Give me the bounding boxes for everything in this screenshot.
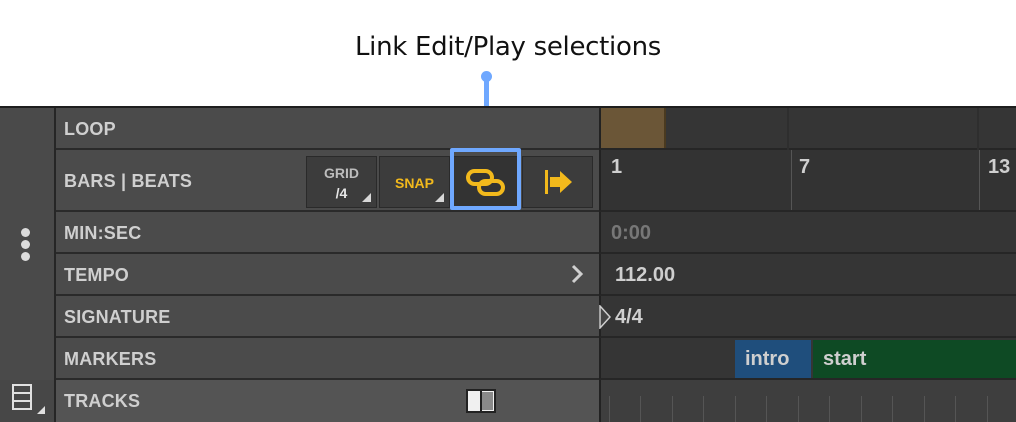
dropdown-corner-icon — [362, 193, 371, 202]
bars-beats-label: BARS | BEATS — [64, 171, 193, 191]
follow-playback-button[interactable] — [522, 156, 593, 208]
time-readout: 0:00 — [611, 222, 652, 244]
marker-start[interactable]: start — [813, 340, 1016, 378]
timeline-panel: LOOP BARS | BEATS 1 7 13 GRID /4 SNAP MI… — [0, 106, 1016, 422]
tracks-row: TRACKS — [56, 380, 599, 422]
bar-number: 13 — [988, 156, 1011, 178]
tempo-lane[interactable]: 112.00 — [599, 254, 1016, 296]
tempo-label: TEMPO — [64, 265, 130, 285]
signature-row: SIGNATURE — [56, 296, 599, 338]
loop-label: LOOP — [64, 119, 116, 139]
markers-row: MARKERS — [56, 338, 599, 380]
marker-label: start — [823, 348, 867, 370]
grid-tick — [829, 396, 830, 422]
snap-button[interactable]: SNAP — [379, 156, 450, 208]
loop-row: LOOP — [56, 108, 599, 150]
chevron-right-icon[interactable] — [570, 264, 584, 284]
signature-value: 4/4 — [615, 306, 643, 328]
track-list-icon — [12, 384, 45, 414]
signature-label: SIGNATURE — [64, 307, 171, 327]
link-chain-icon — [466, 169, 505, 196]
link-edit-play-button[interactable] — [452, 156, 520, 208]
min-sec-label: MIN:SEC — [64, 223, 142, 243]
signature-marker-icon — [599, 305, 611, 329]
marker-label: intro — [745, 348, 790, 370]
tracks-label: TRACKS — [64, 391, 141, 411]
grid-tick — [735, 396, 736, 422]
follow-arrow-icon — [545, 170, 572, 194]
grid-tick — [640, 396, 641, 422]
grid-button[interactable]: GRID /4 — [306, 156, 377, 208]
tracks-grid[interactable] — [599, 380, 1016, 422]
marker-intro[interactable]: intro — [735, 340, 811, 378]
left-gutter — [0, 108, 56, 380]
grid-tick — [766, 396, 767, 422]
grid-tick — [861, 396, 862, 422]
snap-label: SNAP — [395, 175, 434, 191]
markers-lane[interactable]: intro start — [599, 338, 1016, 380]
more-options-icon[interactable] — [21, 228, 31, 264]
bars-ruler[interactable]: 1 7 13 — [599, 150, 1016, 212]
min-sec-row: MIN:SEC — [56, 212, 599, 254]
dropdown-corner-icon — [435, 193, 444, 202]
tempo-value: 112.00 — [615, 264, 676, 286]
grid-tick — [703, 396, 704, 422]
grid-tick — [609, 396, 610, 422]
grid-tick — [892, 396, 893, 422]
bar-number: 7 — [799, 156, 811, 178]
grid-tick — [672, 396, 673, 422]
callout-label: Link Edit/Play selections — [354, 32, 661, 62]
markers-label: MARKERS — [64, 349, 157, 369]
signature-lane[interactable]: 4/4 — [599, 296, 1016, 338]
grid-tick — [924, 396, 925, 422]
loop-bar-divider — [601, 108, 789, 150]
bar-tick — [979, 150, 980, 210]
grid-tick — [955, 396, 956, 422]
split-view-icon[interactable] — [466, 389, 498, 415]
loop-bar-divider — [789, 108, 979, 150]
grid-label: GRID — [324, 165, 359, 181]
grid-tick — [798, 396, 799, 422]
tempo-row: TEMPO — [56, 254, 599, 296]
grid-tick — [987, 396, 988, 422]
loop-lane[interactable] — [599, 108, 1016, 150]
bar-number: 1 — [611, 156, 623, 178]
bar-tick — [791, 150, 792, 210]
min-sec-ruler[interactable]: 0:00 — [599, 212, 1016, 254]
track-list-toggle[interactable] — [0, 380, 56, 422]
